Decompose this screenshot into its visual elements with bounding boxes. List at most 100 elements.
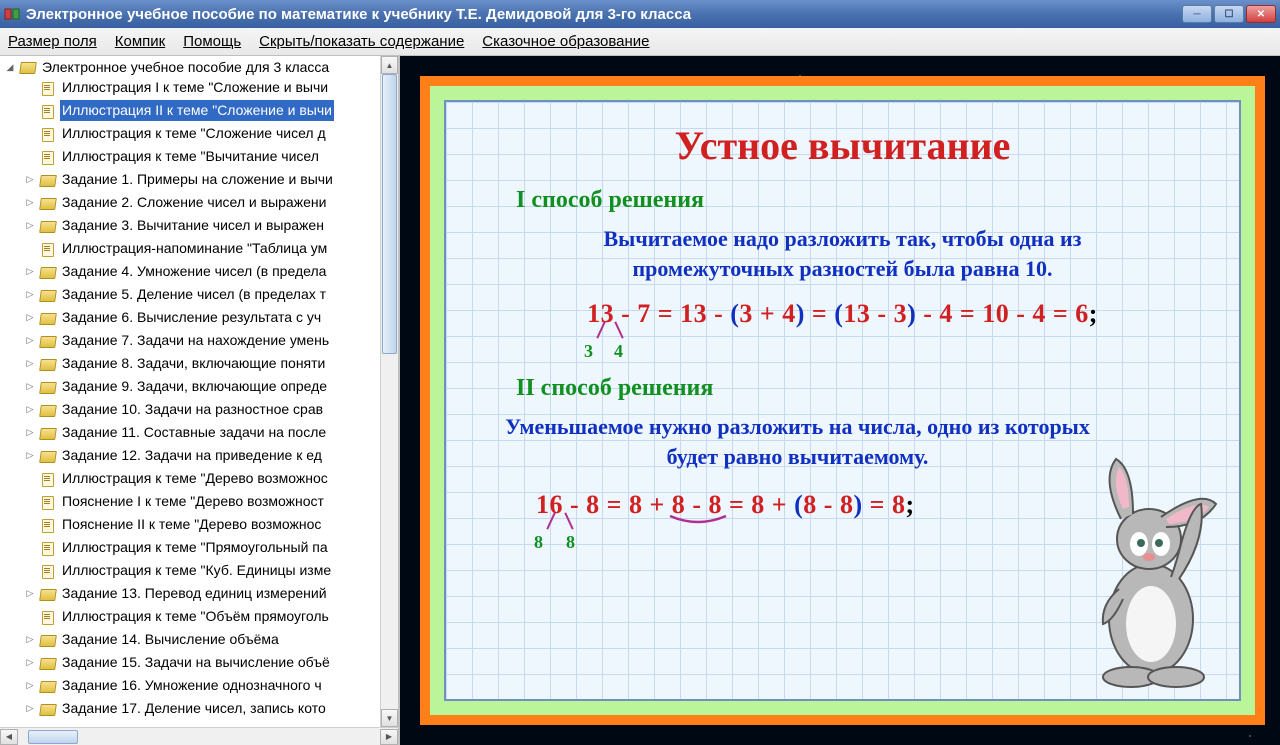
tree-item-label: Иллюстрация II к теме "Сложение и вычи	[60, 100, 334, 121]
expand-icon[interactable]: ▷	[24, 703, 36, 715]
tree-item-label: Задание 3. Вычитание чисел и выражен	[60, 215, 326, 236]
tree-item[interactable]: ▷Задание 16. Умножение однозначного ч	[0, 674, 398, 697]
tree-item-label: Иллюстрация-напоминание "Таблица ум	[60, 238, 329, 259]
expand-icon[interactable]: ▷	[24, 266, 36, 278]
expand-icon[interactable]: ▷	[24, 197, 36, 209]
expand-icon[interactable]: ▷	[24, 381, 36, 393]
expand-icon[interactable]: ▷	[24, 335, 36, 347]
collapse-icon[interactable]: ◢	[4, 61, 16, 73]
scroll-up-button[interactable]: ▲	[381, 56, 398, 74]
menu-help[interactable]: Помощь	[183, 33, 241, 50]
tree-item[interactable]: ▷Задание 12. Задачи на приведение к ед	[0, 444, 398, 467]
folder-icon	[40, 703, 56, 715]
method-2-description: Уменьшаемое нужно разложить на числа, од…	[496, 412, 1099, 471]
doc-icon	[40, 105, 56, 117]
expand-icon[interactable]: ▷	[24, 289, 36, 301]
tree-item[interactable]: Иллюстрация к теме "Объём прямоуголь	[0, 605, 398, 628]
hscroll-thumb[interactable]	[28, 730, 78, 744]
scroll-down-button[interactable]: ▼	[381, 709, 398, 727]
menu-toggle-contents[interactable]: Скрыть/показать содержание	[259, 33, 464, 50]
horizontal-scrollbar[interactable]: ◀ ▶	[0, 727, 398, 745]
tree-item[interactable]: Пояснение I к теме "Дерево возможност	[0, 490, 398, 513]
tree-root-label: Электронное учебное пособие для 3 класса	[40, 59, 331, 75]
tree-item[interactable]: ▷Задание 1. Примеры на сложение и вычи	[0, 168, 398, 191]
tree-root[interactable]: ◢ Электронное учебное пособие для 3 класс…	[0, 58, 398, 76]
tree-item[interactable]: ▷Задание 13. Перевод единиц измерений	[0, 582, 398, 605]
vscroll-thumb[interactable]	[382, 74, 397, 354]
folder-icon	[40, 358, 56, 370]
expand-icon[interactable]: ▷	[24, 588, 36, 600]
tree-item[interactable]: ▷ Задание 8. Задачи, включающие поняти	[0, 352, 398, 375]
titlebar: Электронное учебное пособие по математик…	[0, 0, 1280, 28]
expand-icon[interactable]: ▷	[24, 174, 36, 186]
decomposition-1: 3 4	[476, 333, 1209, 367]
window-title: Электронное учебное пособие по математик…	[26, 6, 1182, 23]
folder-icon	[40, 680, 56, 692]
app-icon	[4, 6, 20, 22]
tree-item[interactable]: ▷Задание 17. Деление чисел, запись кото	[0, 697, 398, 720]
slide-title: Устное вычитание	[476, 122, 1209, 169]
tree-item[interactable]: Иллюстрация к теме "Вычитание чисел	[0, 145, 398, 168]
tree-item[interactable]: ▷Задание 6. Вычисление результата с уч	[0, 306, 398, 329]
tree-item[interactable]: ▷Задание 10. Задачи на разностное срав	[0, 398, 398, 421]
tree-item-label: Иллюстрация к теме "Прямоугольный па	[60, 537, 330, 558]
expand-icon[interactable]: ▷	[24, 657, 36, 669]
tree-item-label: Задание 8. Задачи, включающие поняти	[60, 353, 327, 374]
expand-icon[interactable]: ▷	[24, 680, 36, 692]
doc-icon	[40, 473, 56, 485]
tree-item[interactable]: ▷Задание 4. Умножение чисел (в предела	[0, 260, 398, 283]
tree-item-label: Иллюстрация к теме "Сложение чисел д	[60, 123, 328, 144]
tree-item-label: Задание 11. Составные задачи на после	[60, 422, 328, 443]
menu-fairy-edu[interactable]: Сказочное образование	[482, 33, 649, 50]
folder-icon	[40, 220, 56, 232]
folder-icon	[40, 289, 56, 301]
expand-icon[interactable]: ▷	[24, 358, 36, 370]
slide-frame: Устное вычитание I способ решения Вычита…	[420, 76, 1265, 725]
tree-item[interactable]: Иллюстрация I к теме "Сложение и вычи	[0, 76, 398, 99]
method-1-heading: I способ решения	[516, 187, 1209, 214]
folder-icon	[40, 266, 56, 278]
folder-icon	[40, 588, 56, 600]
method-2-heading: II способ решения	[516, 375, 1209, 402]
expand-icon[interactable]: ▷	[24, 220, 36, 232]
expand-icon[interactable]: ▷	[24, 634, 36, 646]
tree-item-label: Задание 9. Задачи, включающие опреде	[60, 376, 329, 397]
doc-icon	[40, 542, 56, 554]
doc-icon	[40, 565, 56, 577]
minimize-button[interactable]: ─	[1182, 5, 1212, 23]
scroll-right-button[interactable]: ▶	[380, 729, 398, 745]
tree-item[interactable]: Иллюстрация к теме "Сложение чисел д	[0, 122, 398, 145]
folder-icon	[40, 174, 56, 186]
expand-icon[interactable]: ▷	[24, 312, 36, 324]
menu-field-size[interactable]: Размер поля	[8, 33, 97, 50]
tree-item[interactable]: ▷ Задание 11. Составные задачи на после	[0, 421, 398, 444]
tree-item[interactable]: ▷Задание 7. Задачи на нахождение умень	[0, 329, 398, 352]
tree-item[interactable]: ▷Задание 15. Задачи на вычисление объё	[0, 651, 398, 674]
tree-item[interactable]: Иллюстрация II к теме "Сложение и вычи	[0, 99, 398, 122]
equation-1: 13 - 7 = 13 - (3 + 4) = (13 - 3) - 4 = 1…	[476, 299, 1209, 329]
menu-kompik[interactable]: Компик	[115, 33, 165, 50]
tree-item[interactable]: ▷Задание 2. Сложение чисел и выражени	[0, 191, 398, 214]
tree-item[interactable]: Иллюстрация к теме "Дерево возможнос	[0, 467, 398, 490]
folder-icon	[40, 312, 56, 324]
expand-icon[interactable]: ▷	[24, 450, 36, 462]
tree-item[interactable]: ▷ Задание 9. Задачи, включающие опреде	[0, 375, 398, 398]
maximize-button[interactable]: ☐	[1214, 5, 1244, 23]
tree-item[interactable]: ▷Задание 5. Деление чисел (в пределах т	[0, 283, 398, 306]
tree-item[interactable]: Иллюстрация к теме "Прямоугольный па	[0, 536, 398, 559]
folder-icon	[40, 335, 56, 347]
tree-item-label: Иллюстрация к теме "Объём прямоуголь	[60, 606, 331, 627]
tree-item[interactable]: ▷ Задание 3. Вычитание чисел и выражен	[0, 214, 398, 237]
tree-item[interactable]: Иллюстрация-напоминание "Таблица ум	[0, 237, 398, 260]
tree-item[interactable]: Иллюстрация к теме "Куб. Единицы изме	[0, 559, 398, 582]
expand-icon[interactable]: ▷	[24, 404, 36, 416]
expand-icon[interactable]: ▷	[24, 427, 36, 439]
tree-item-label: Пояснение I к теме "Дерево возможност	[60, 491, 326, 512]
close-button[interactable]: ✕	[1246, 5, 1276, 23]
tree-item[interactable]: ▷Задание 14. Вычисление объёма	[0, 628, 398, 651]
tree[interactable]: ◢ Электронное учебное пособие для 3 класс…	[0, 56, 398, 727]
folder-icon	[40, 197, 56, 209]
tree-item[interactable]: Пояснение II к теме "Дерево возможнос	[0, 513, 398, 536]
scroll-left-button[interactable]: ◀	[0, 729, 18, 745]
vertical-scrollbar[interactable]: ▲ ▼	[380, 56, 398, 727]
